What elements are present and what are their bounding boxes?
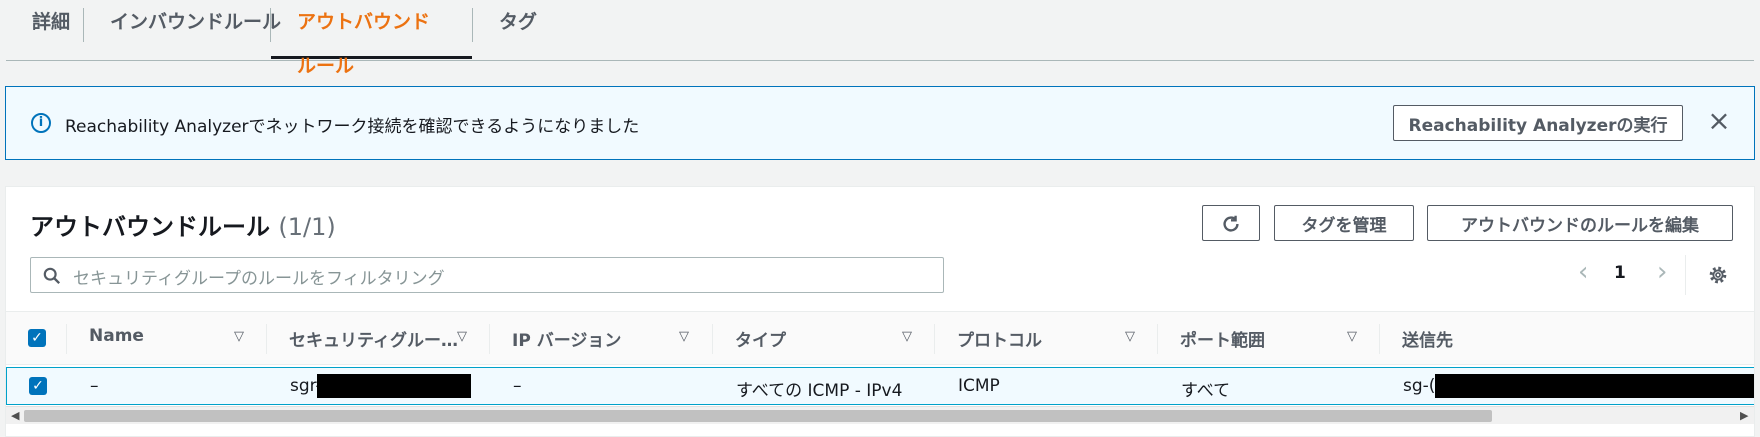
tab-outbound-rules[interactable]: アウトバウンドルール [271, 0, 472, 77]
column-divider [66, 324, 67, 354]
banner-message: Reachability Analyzerでネットワーク接続を確認できるようにな… [65, 117, 640, 137]
table-header: ✓ Name ▽ セキュリティグルー… ▽ IP バージョン ▽ タイプ ▽ プ… [6, 311, 1754, 365]
gear-icon[interactable] [1707, 264, 1729, 286]
cell-port-range: すべて [1181, 381, 1231, 401]
column-header-destination[interactable]: 送信先 [1402, 326, 1453, 351]
redaction-box [1435, 374, 1754, 398]
column-header-port-range[interactable]: ポート範囲 [1180, 326, 1265, 351]
close-icon[interactable]: × [1704, 106, 1734, 136]
rule-count: (1/1) [278, 213, 336, 241]
cell-ip-version: – [513, 376, 522, 396]
sort-icon[interactable]: ▽ [234, 329, 244, 344]
scrollbar-thumb[interactable] [24, 410, 1492, 422]
edit-outbound-rules-button[interactable]: アウトバウンドのルールを編集 [1427, 205, 1733, 241]
panel-title-text: アウトバウンドルール [30, 213, 270, 241]
outbound-rules-panel: アウトバウンドルール (1/1) タグを管理 アウトバウンドのルールを編集 セキ… [5, 186, 1755, 437]
column-header-type[interactable]: タイプ [735, 326, 786, 351]
column-divider[interactable] [489, 324, 490, 354]
tab-bar: 詳細 インバウンドルール アウトバウンドルール タグ [6, 0, 1754, 77]
info-banner: i Reachability Analyzerでネットワーク接続を確認できるよう… [5, 86, 1755, 160]
tab-tags[interactable]: タグ [473, 0, 563, 59]
sort-icon[interactable]: ▽ [902, 329, 912, 344]
info-icon: i [31, 113, 51, 133]
sort-icon[interactable]: ▽ [457, 329, 467, 344]
cell-name: – [90, 376, 99, 396]
refresh-button[interactable] [1202, 205, 1260, 241]
sort-icon[interactable]: ▽ [679, 329, 689, 344]
column-header-ip-version[interactable]: IP バージョン [512, 326, 621, 351]
column-divider[interactable] [1157, 324, 1158, 354]
chevron-left-icon[interactable]: ‹ [1578, 257, 1588, 287]
cell-protocol: ICMP [958, 376, 1000, 396]
horizontal-scrollbar[interactable]: ◀ ▶ [6, 406, 1754, 424]
filter-search-input[interactable]: セキュリティグループのルールをフィルタリング [30, 257, 944, 293]
page-number[interactable]: 1 [1614, 263, 1626, 283]
refresh-icon [1223, 215, 1239, 232]
column-divider[interactable] [712, 324, 713, 354]
panel-title: アウトバウンドルール (1/1) [30, 207, 336, 242]
manage-tags-button[interactable]: タグを管理 [1274, 205, 1414, 241]
table-row[interactable]: ✓ – sgr- – すべての ICMP - IPv4 ICMP すべて sg-… [6, 367, 1754, 405]
column-header-sg-rule-id[interactable]: セキュリティグルー… [289, 326, 458, 351]
column-divider[interactable] [266, 324, 267, 354]
cell-destination: sg-( [1403, 376, 1436, 396]
select-all-checkbox[interactable]: ✓ [28, 329, 46, 347]
column-divider[interactable] [1379, 324, 1380, 354]
run-reachability-analyzer-button[interactable]: Reachability Analyzerの実行 [1393, 105, 1683, 141]
sort-icon[interactable]: ▽ [1125, 329, 1135, 344]
scroll-left-arrow-icon[interactable]: ◀ [11, 409, 19, 422]
chevron-right-icon[interactable]: › [1657, 257, 1667, 287]
search-placeholder: セキュリティグループのルールをフィルタリング [73, 269, 445, 289]
pager-divider [1685, 255, 1686, 295]
row-checkbox[interactable]: ✓ [29, 377, 47, 395]
redaction-box [317, 374, 471, 398]
scroll-right-arrow-icon[interactable]: ▶ [1740, 409, 1748, 422]
cell-type: すべての ICMP - IPv4 [736, 381, 903, 401]
column-header-name[interactable]: Name [89, 326, 144, 346]
column-header-protocol[interactable]: プロトコル [957, 326, 1042, 351]
search-icon [43, 267, 61, 285]
column-divider[interactable] [934, 324, 935, 354]
sort-icon[interactable]: ▽ [1347, 329, 1357, 344]
